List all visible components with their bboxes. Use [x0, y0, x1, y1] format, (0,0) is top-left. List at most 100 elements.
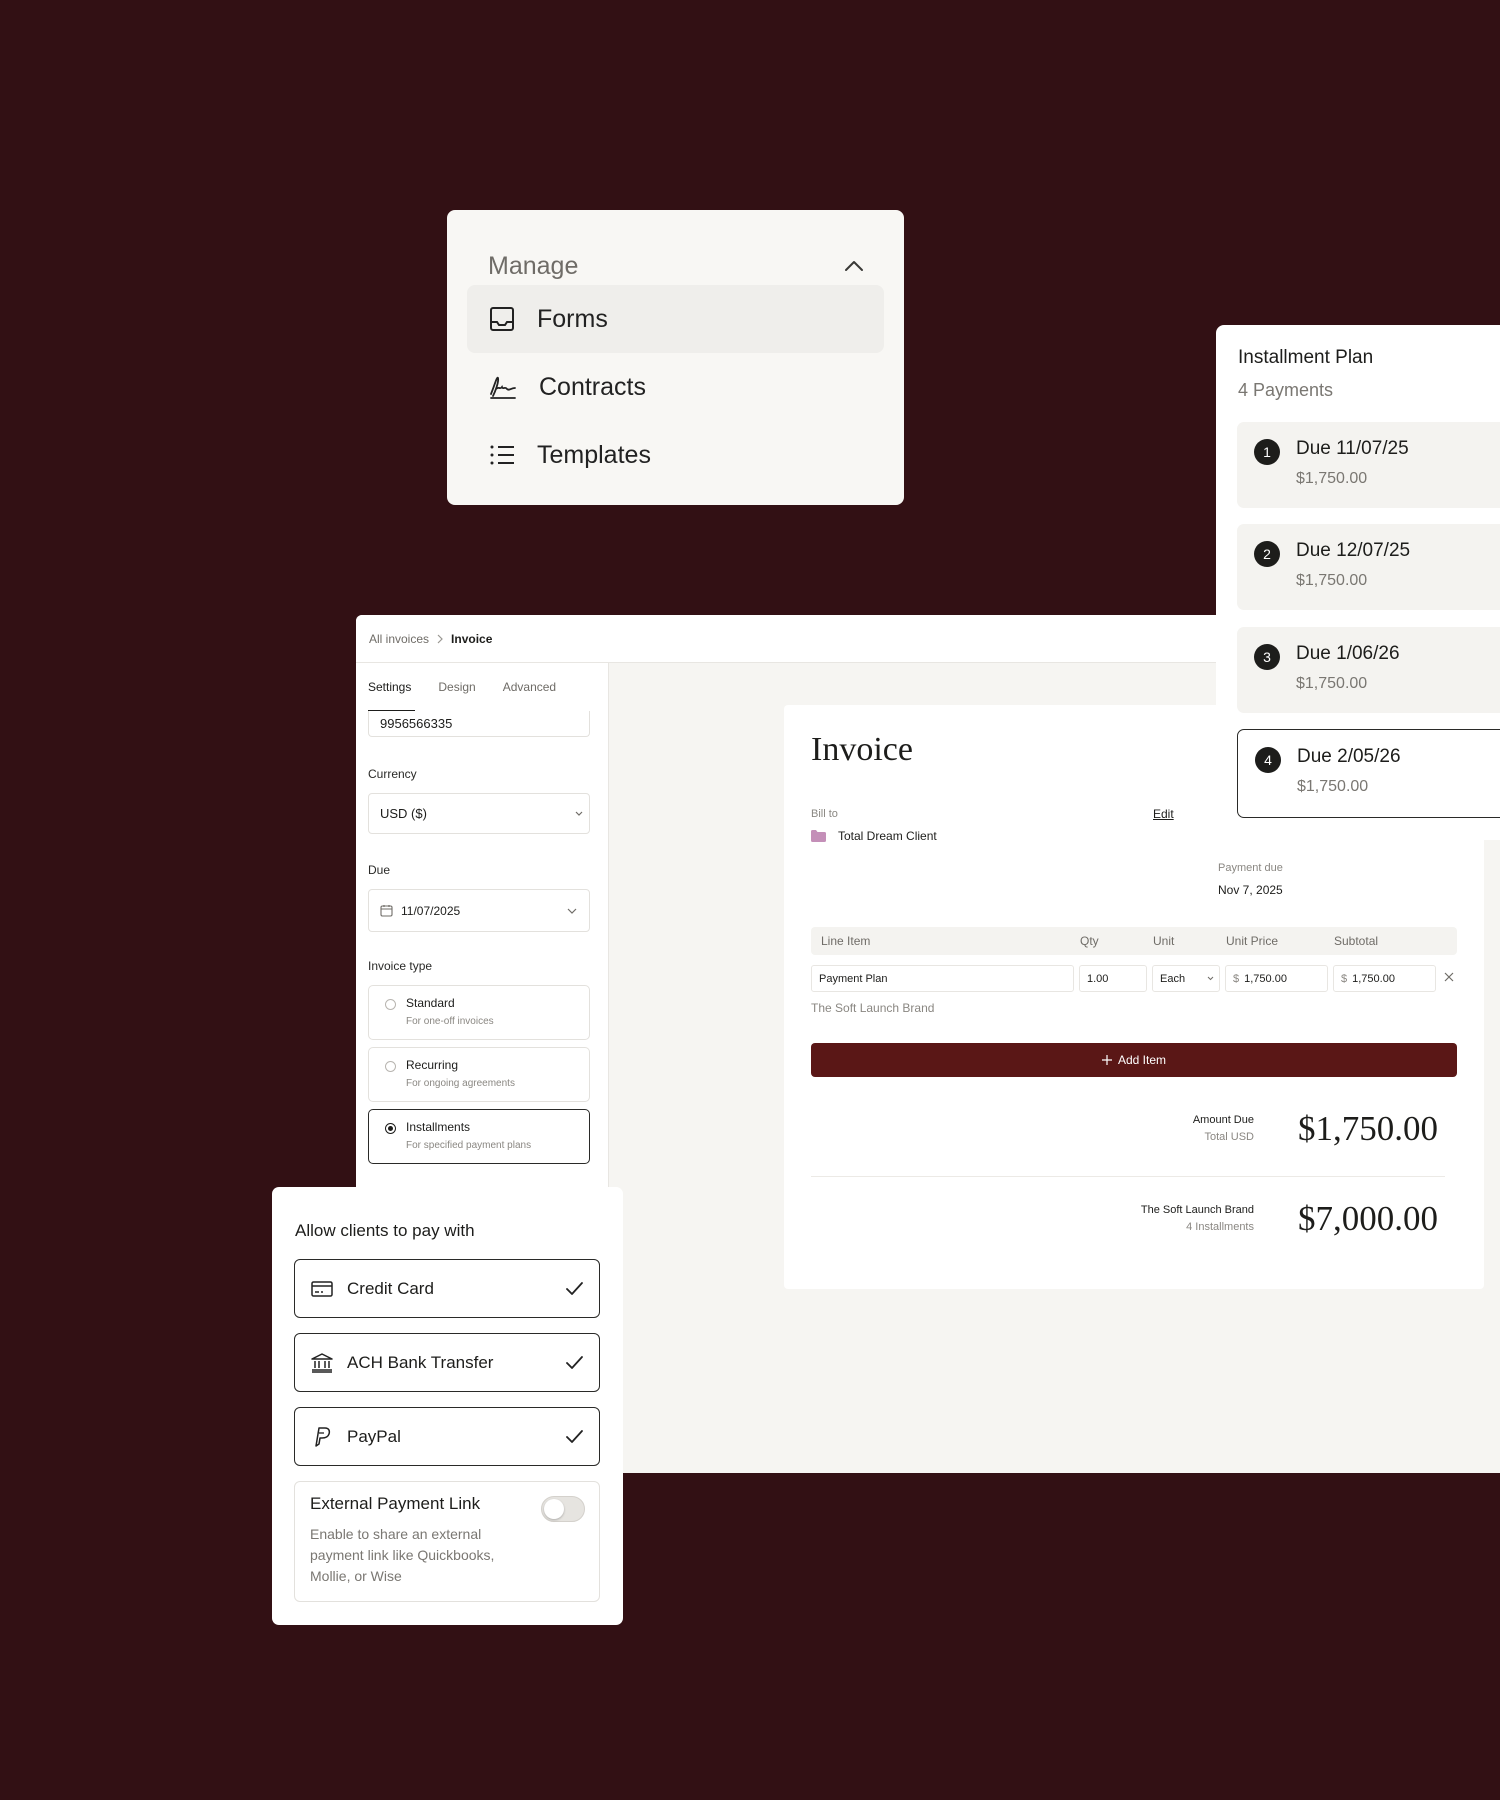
due-label: Due — [368, 863, 391, 877]
breadcrumb-all-invoices[interactable]: All invoices — [369, 632, 429, 646]
remove-row-button[interactable] — [1444, 972, 1454, 982]
add-item-label: Add Item — [1117, 1053, 1167, 1067]
sidebar-tabs: Settings Design Advanced — [368, 663, 556, 711]
installment-due: Due 11/07/25 — [1296, 438, 1409, 459]
installment-item[interactable]: 3 Due 1/06/26 $1,750.00 — [1237, 627, 1500, 713]
installment-item[interactable]: 1 Due 11/07/25 $1,750.00 — [1237, 422, 1500, 508]
inbox-icon — [489, 306, 515, 332]
method-ach-bank-transfer[interactable]: ACH Bank Transfer — [294, 1333, 600, 1392]
installment-due: Due 2/05/26 — [1297, 746, 1401, 767]
radio-button[interactable] — [385, 1061, 396, 1072]
check-icon — [566, 1356, 583, 1369]
plan-title: Installment Plan — [1238, 347, 1374, 368]
manage-item-forms[interactable]: Forms — [467, 285, 884, 353]
installment-number: 3 — [1254, 644, 1280, 670]
installment-plan-panel: Installment Plan 4 Payments 1 Due 11/07/… — [1216, 325, 1500, 840]
chevron-up-icon[interactable] — [844, 260, 864, 272]
installment-item-selected[interactable]: 4 Due 2/05/26 $1,750.00 — [1237, 729, 1500, 818]
option-title: Recurring — [406, 1058, 459, 1072]
total-label: The Soft Launch Brand — [1140, 1204, 1254, 1216]
invoice-type-label: Invoice type — [368, 959, 433, 973]
manage-title: Manage — [488, 251, 579, 280]
option-title: Standard — [406, 996, 455, 1010]
client-row[interactable]: Total Dream Client — [811, 829, 937, 843]
method-credit-card[interactable]: Credit Card — [294, 1259, 600, 1318]
due-date-picker[interactable]: 11/07/2025 — [368, 889, 590, 932]
payment-due-label: Payment due — [1218, 862, 1283, 874]
invoice-type-recurring[interactable]: Recurring For ongoing agreements — [368, 1047, 590, 1102]
qty-input[interactable]: 1.00 — [1079, 965, 1147, 992]
close-icon — [1444, 972, 1454, 982]
invoice-type-installments[interactable]: Installments For specified payment plans — [368, 1109, 590, 1164]
chevron-down-icon — [567, 908, 577, 914]
check-icon — [566, 1430, 583, 1443]
phone-field[interactable]: 9956566335 — [368, 711, 590, 737]
unit-value: Each — [1160, 972, 1186, 985]
method-label: PayPal — [347, 1426, 401, 1446]
subtotal-field[interactable]: $ 1,750.00 — [1333, 965, 1436, 992]
divider — [811, 1176, 1445, 1177]
unit-price-value: 1,750.00 — [1244, 972, 1287, 985]
tab-settings[interactable]: Settings — [368, 680, 411, 694]
installment-item[interactable]: 2 Due 12/07/25 $1,750.00 — [1237, 524, 1500, 610]
radio-button[interactable] — [385, 1123, 396, 1134]
amount-due-value: $1,750.00 — [1298, 1109, 1438, 1148]
add-item-button[interactable]: Add Item — [811, 1043, 1457, 1077]
external-description: Enable to share an external payment link… — [310, 1526, 495, 1584]
installment-due: Due 1/06/26 — [1296, 643, 1400, 664]
chevron-down-icon — [575, 811, 583, 817]
installment-amount: $1,750.00 — [1296, 470, 1368, 487]
phone-value: 9956566335 — [380, 716, 453, 731]
option-description: For specified payment plans — [406, 1140, 532, 1151]
line-item-input[interactable]: Payment Plan — [811, 965, 1074, 992]
payment-methods-panel: Allow clients to pay with Credit Card AC… — [272, 1187, 623, 1625]
edit-link[interactable]: Edit — [1153, 807, 1174, 821]
installment-due: Due 12/07/25 — [1296, 540, 1411, 561]
unit-select[interactable]: Each — [1152, 965, 1220, 992]
installment-number: 4 — [1255, 747, 1281, 773]
amount-due-label: Amount Due — [1192, 1114, 1254, 1126]
bill-to-label: Bill to — [811, 808, 838, 820]
installment-number: 1 — [1254, 439, 1280, 465]
option-description: For one-off invoices — [406, 1016, 494, 1027]
currency-value: USD ($) — [380, 806, 427, 821]
col-line-item: Line Item — [821, 934, 871, 948]
radio-button[interactable] — [385, 999, 396, 1010]
unit-price-input[interactable]: $ 1,750.00 — [1225, 965, 1328, 992]
manage-item-contracts[interactable]: Contracts — [467, 353, 884, 421]
option-description: For ongoing agreements — [406, 1078, 515, 1089]
check-icon — [566, 1282, 583, 1295]
col-subtotal: Subtotal — [1334, 934, 1379, 948]
breadcrumb-current: Invoice — [451, 631, 493, 646]
line-item-description: The Soft Launch Brand — [811, 1001, 935, 1015]
currency-select[interactable]: USD ($) — [368, 793, 590, 834]
col-unit: Unit — [1153, 934, 1175, 948]
manage-item-templates[interactable]: Templates — [467, 421, 884, 489]
currency-symbol: $ — [1341, 972, 1348, 985]
col-unit-price: Unit Price — [1226, 934, 1279, 948]
credit-card-icon — [311, 1280, 333, 1297]
tab-design[interactable]: Design — [438, 680, 475, 694]
client-name: Total Dream Client — [838, 829, 937, 843]
invoice-type-standard[interactable]: Standard For one-off invoices — [368, 985, 590, 1040]
method-paypal[interactable]: PayPal — [294, 1407, 600, 1466]
chevron-down-icon — [1207, 976, 1214, 981]
tab-advanced[interactable]: Advanced — [503, 680, 556, 694]
method-label: ACH Bank Transfer — [347, 1352, 494, 1372]
external-link-toggle[interactable] — [541, 1496, 585, 1522]
payment-title: Allow clients to pay with — [295, 1221, 475, 1240]
folder-icon — [811, 830, 826, 842]
option-title: Installments — [406, 1120, 471, 1134]
installment-number: 2 — [1254, 541, 1280, 567]
line-items-header: Line Item Qty Unit Unit Price Subtotal — [811, 927, 1457, 955]
manage-header[interactable]: Manage — [488, 244, 864, 288]
col-qty: Qty — [1080, 934, 1099, 948]
installment-amount: $1,750.00 — [1296, 572, 1368, 589]
plan-subtitle: 4 Payments — [1238, 380, 1334, 400]
external-payment-link: External Payment Link Enable to share an… — [294, 1481, 600, 1602]
chevron-right-icon — [437, 634, 443, 644]
due-value: 11/07/2025 — [401, 903, 461, 918]
currency-label: Currency — [368, 767, 417, 781]
installment-amount: $1,750.00 — [1297, 778, 1369, 795]
total-value: $7,000.00 — [1298, 1199, 1438, 1238]
